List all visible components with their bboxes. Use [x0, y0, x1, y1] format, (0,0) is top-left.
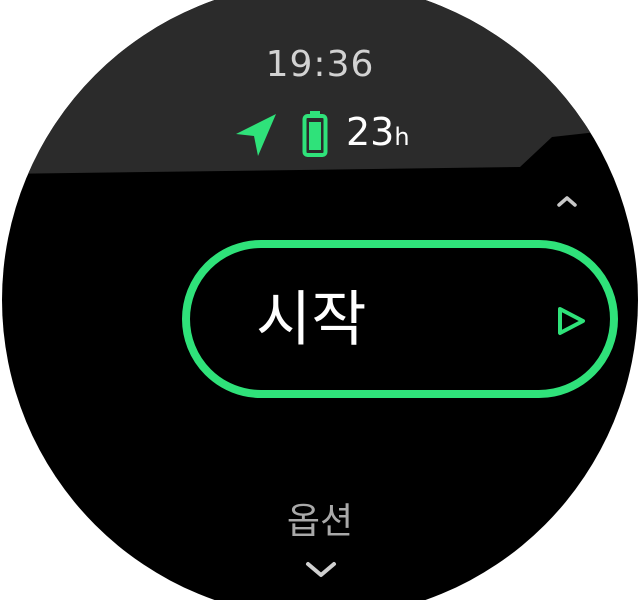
options-item[interactable]: 옵션: [0, 500, 640, 544]
start-label: 시작: [256, 285, 367, 355]
watch-screen: 19:36 23h 시작 옵션: [0, 0, 640, 600]
battery-hours-value: 23: [346, 110, 395, 154]
chevron-down-icon[interactable]: [305, 560, 337, 580]
battery-hours-unit: h: [394, 123, 410, 151]
clock-time: 19:36: [265, 44, 375, 85]
chevron-up-icon[interactable]: [556, 194, 578, 208]
status-row: 23h: [234, 108, 454, 158]
play-triangle-icon: [558, 307, 585, 335]
battery-hours: 23h: [346, 112, 410, 157]
start-button[interactable]: 시작: [182, 240, 618, 398]
gps-arrow-icon: [236, 114, 276, 156]
battery-icon: [302, 111, 328, 157]
